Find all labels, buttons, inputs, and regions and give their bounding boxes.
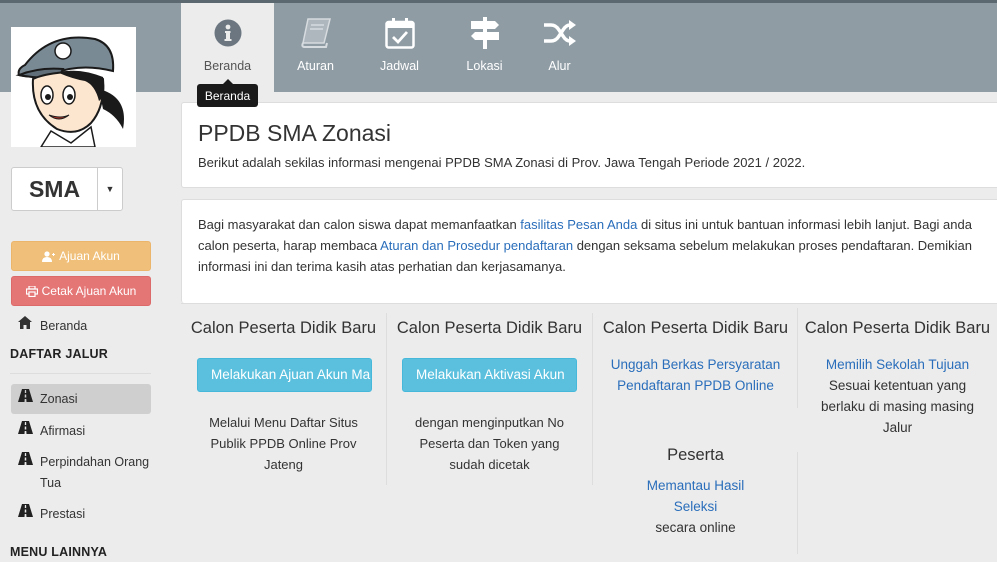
section-title-menu-lainnya: MENU LAINNYA [10, 545, 108, 559]
unggah-berkas-link[interactable]: Unggah Berkas Persyaratan Pendaftaran PP… [593, 354, 798, 396]
monitoring-block: Memantau Hasil Seleksi secara online [593, 475, 798, 538]
divider [10, 373, 151, 374]
school-level-dropdown[interactable]: SMA ▼ [11, 167, 123, 211]
mascot-avatar [11, 27, 136, 147]
tab-label: Aturan [297, 59, 334, 73]
aturan-prosedur-link[interactable]: Aturan dan Prosedur pendaftaran [380, 238, 573, 253]
road-icon [18, 389, 34, 406]
book-icon [300, 17, 332, 49]
aktivasi-akun-button[interactable]: Melakukan Aktivasi Akun [402, 358, 577, 392]
sidebar: SMA ▼ Ajuan Akun Cetak Ajuan Akun Berand… [0, 0, 181, 562]
page-title: PPDB SMA Zonasi [198, 120, 392, 146]
step-title: Calon Peserta Didik Baru [602, 319, 789, 337]
sidebar-item-afirmasi[interactable]: Afirmasi [18, 421, 152, 442]
sidebar-item-perpindahan-orang-tua[interactable]: Perpindahan Orang Tua [18, 452, 152, 494]
step-description: dengan menginputkan No Peserta dan Token… [415, 415, 564, 472]
sidebar-item-label: Beranda [40, 319, 88, 333]
print-icon [25, 285, 38, 297]
step-description: Melalui Menu Daftar Situs Publik PPDB On… [209, 415, 358, 472]
peserta-title: Peserta [667, 446, 724, 464]
road-icon [18, 421, 34, 438]
sidebar-item-label: Prestasi [40, 507, 86, 521]
ajuan-akun-step-button[interactable]: Melakukan Ajuan Akun Ma [197, 358, 372, 392]
intro-panel: Bagi masyarakat dan calon siswa dapat me… [181, 199, 997, 303]
user-plus-icon [42, 250, 56, 262]
step-title: Calon Peserta Didik Baru [190, 319, 377, 337]
tab-alur[interactable]: Alur [527, 3, 592, 92]
step-description: Sesuai ketentuan yang berlaku di masing … [820, 378, 975, 435]
tab-aturan[interactable]: Aturan [274, 3, 357, 92]
step-title: Calon Peserta Didik Baru [804, 319, 991, 337]
sidebar-item-label: Perpindahan Orang Tua [40, 455, 150, 490]
tab-label: Jadwal [380, 59, 419, 73]
sidebar-item-zonasi[interactable]: Zonasi [18, 389, 152, 410]
intro-text: Bagi masyarakat dan calon siswa dapat me… [198, 214, 988, 277]
home-icon [18, 316, 34, 333]
road-icon [18, 504, 34, 521]
calendar-check-icon [384, 17, 415, 49]
random-icon [543, 17, 576, 49]
step-card-3: Calon Peserta Didik Baru Unggah Berkas P… [593, 303, 798, 538]
signpost-icon [470, 17, 500, 49]
tab-label: Beranda [203, 59, 252, 73]
tab-label: Alur [548, 59, 571, 73]
mascot-icon [11, 27, 136, 147]
info-circle-icon [214, 17, 242, 49]
monitoring-description: secara online [655, 520, 736, 535]
tooltip-beranda: Beranda [197, 79, 258, 107]
section-title-daftar-jalur: DAFTAR JALUR [10, 347, 108, 361]
ajuan-akun-label: Ajuan Akun [59, 249, 120, 263]
sidebar-item-label: Afirmasi [40, 424, 86, 438]
step-title: Calon Peserta Didik Baru [396, 319, 583, 337]
sidebar-item-label: Zonasi [40, 392, 78, 406]
caret-down-icon[interactable]: ▼ [98, 168, 122, 210]
ajuan-akun-button[interactable]: Ajuan Akun [11, 241, 151, 271]
road-icon [18, 452, 34, 469]
pilih-sekolah-link[interactable]: Memilih Sekolah Tujuan [826, 357, 969, 372]
intro-text-part: Bagi masyarakat dan calon siswa dapat me… [198, 217, 521, 232]
tab-label: Lokasi [466, 59, 503, 73]
page-subtitle: Berikut adalah sekilas informasi mengena… [198, 155, 806, 170]
tab-jadwal[interactable]: Jadwal [357, 3, 442, 92]
step-card-2: Calon Peserta Didik Baru Melakukan Aktiv… [387, 303, 592, 475]
cetak-ajuan-akun-label: Cetak Ajuan Akun [41, 284, 137, 298]
pesan-anda-link[interactable]: fasilitas Pesan Anda [520, 217, 637, 232]
sidebar-item-beranda[interactable]: Beranda [18, 316, 152, 337]
memantau-hasil-link[interactable]: Memantau Hasil Seleksi [647, 478, 745, 514]
tab-lokasi[interactable]: Lokasi [442, 3, 527, 92]
step-card-4: Calon Peserta Didik Baru Memilih Sekolah… [798, 303, 997, 438]
unggah-berkas-link-text[interactable]: Unggah Berkas Persyaratan Pendaftaran PP… [611, 357, 781, 393]
step-content: Memilih Sekolah Tujuan Sesuai ketentuan … [798, 354, 997, 438]
header-panel: PPDB SMA Zonasi Berikut adalah sekilas i… [181, 102, 997, 188]
sidebar-item-prestasi[interactable]: Prestasi [18, 504, 152, 525]
step-card-1: Calon Peserta Didik Baru Melakukan Ajuan… [181, 303, 386, 475]
school-level-label: SMA [12, 168, 98, 210]
cetak-ajuan-akun-button[interactable]: Cetak Ajuan Akun [11, 276, 151, 306]
